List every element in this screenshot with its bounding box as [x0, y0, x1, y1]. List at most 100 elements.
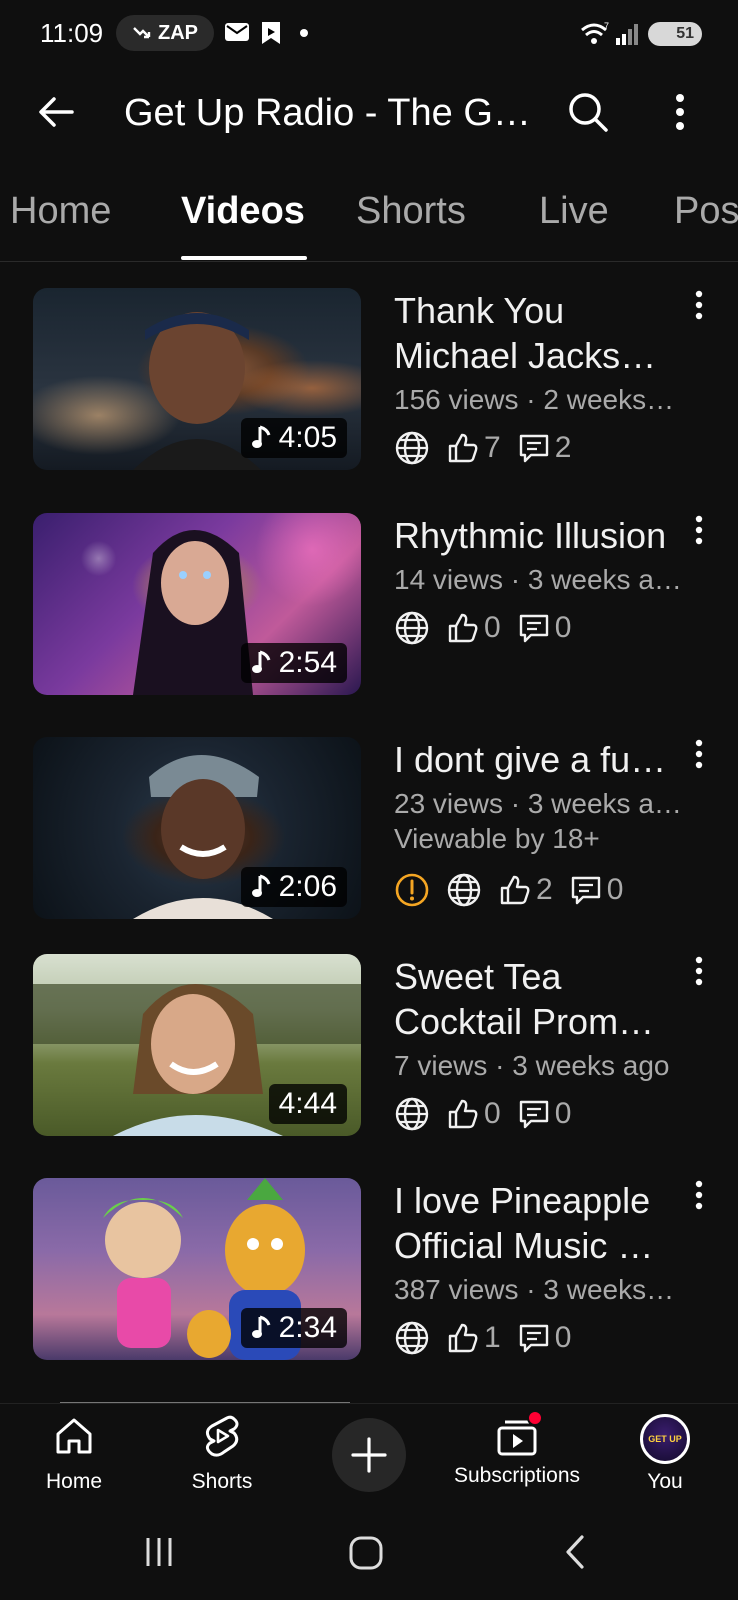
carrier-label: ZAP: [158, 21, 198, 44]
home-icon: [56, 1418, 92, 1454]
recent-apps-icon[interactable]: [142, 1535, 176, 1569]
tab-shorts[interactable]: Shorts: [356, 190, 466, 233]
comment-count: 0: [554, 1321, 572, 1354]
nav-you-label: You: [647, 1470, 683, 1493]
tab-videos[interactable]: Videos: [181, 190, 305, 233]
create-button[interactable]: [332, 1418, 406, 1492]
channel-tabs: Home Videos Shorts Live Posts: [0, 180, 738, 262]
video-item[interactable]: 2:06 I dont give a fu… 23 views · 3 week…: [0, 737, 738, 952]
duration-text: 4:44: [278, 1087, 337, 1120]
globe-icon: [395, 611, 429, 645]
video-thumbnail[interactable]: 2:54: [33, 513, 361, 695]
like-icon: [500, 875, 530, 905]
like-count: 7: [484, 431, 501, 464]
notification-dot: [300, 29, 308, 37]
video-menu-icon[interactable]: [694, 739, 704, 769]
video-thumbnail[interactable]: 4:05: [33, 288, 361, 470]
new-content-dot: [527, 1410, 543, 1426]
video-thumbnail[interactable]: 4:44: [33, 954, 361, 1136]
active-tab-indicator: [181, 256, 307, 260]
like-count: 1: [484, 1321, 501, 1354]
like-icon: [448, 1099, 478, 1129]
video-stats: 0 0: [394, 1094, 694, 1134]
video-stats: 2 0: [394, 870, 694, 910]
avatar-text: GET UP: [648, 1433, 682, 1444]
duration-badge: 2:54: [240, 643, 347, 683]
comment-count: 2: [554, 431, 572, 464]
trend-down-icon: [133, 27, 151, 39]
home-system-icon[interactable]: [348, 1535, 384, 1571]
music-note-icon: [251, 874, 271, 897]
duration-text: 2:54: [278, 646, 337, 679]
comment-icon: [519, 614, 548, 643]
like-count: 0: [484, 611, 501, 644]
globe-icon: [395, 1321, 429, 1355]
back-arrow-icon[interactable]: [36, 92, 76, 132]
video-meta: 23 views · 3 weeks a…: [394, 788, 682, 819]
music-note-icon: [251, 1315, 271, 1338]
video-item[interactable]: 4:44 Sweet Tea Cocktail Prom… 7 views · …: [0, 954, 738, 1144]
comment-count: 0: [554, 611, 572, 644]
battery-indicator: 51: [648, 22, 702, 46]
video-title[interactable]: Sweet Tea Cocktail Prom…: [394, 954, 694, 1044]
comment-icon: [519, 1324, 548, 1353]
search-icon[interactable]: [566, 90, 610, 134]
music-note-icon: [251, 425, 271, 448]
like-icon: [448, 613, 478, 643]
video-info: Rhythmic Illusion 14 views · 3 weeks a… …: [394, 513, 694, 648]
video-stats: 1 0: [394, 1318, 694, 1358]
video-title[interactable]: I love Pineapple Official Music …: [394, 1178, 694, 1268]
back-system-icon[interactable]: [560, 1533, 590, 1571]
video-title[interactable]: I dont give a fu…: [394, 737, 694, 782]
video-menu-icon[interactable]: [694, 515, 704, 545]
avatar: GET UP: [640, 1414, 690, 1464]
video-menu-icon[interactable]: [694, 290, 704, 320]
nav-you[interactable]: GET UP You: [630, 1414, 700, 1494]
globe-icon: [447, 873, 481, 907]
video-info: Thank You Michael Jacks… 156 views · 2 w…: [394, 288, 694, 468]
warning-icon: [395, 873, 429, 907]
duration-badge: 4:44: [268, 1084, 347, 1124]
video-meta: 156 views · 2 weeks…: [394, 384, 675, 415]
duration-badge: 2:06: [240, 867, 347, 907]
svg-text:7: 7: [604, 22, 609, 31]
duration-text: 2:06: [278, 870, 337, 903]
comment-icon: [519, 1100, 548, 1129]
video-title[interactable]: Rhythmic Illusion: [394, 513, 694, 558]
video-title[interactable]: Thank You Michael Jacks…: [394, 288, 694, 378]
video-stats: 7 2: [394, 428, 694, 468]
video-item[interactable]: 2:34 I love Pineapple Official Music … 3…: [0, 1178, 738, 1368]
channel-title: Get Up Radio - The Get Up Radio: [124, 92, 536, 134]
video-item[interactable]: 2:54 Rhythmic Illusion 14 views · 3 week…: [0, 513, 738, 703]
tab-home[interactable]: Home: [10, 190, 111, 233]
signal-icon: [616, 24, 638, 45]
music-note-icon: [251, 650, 271, 673]
wifi-icon: 7: [581, 22, 609, 44]
tab-live[interactable]: Live: [539, 190, 609, 233]
mail-icon: [225, 23, 249, 41]
like-count: 0: [484, 1097, 501, 1130]
video-meta: 7 views · 3 weeks ago: [394, 1050, 670, 1081]
video-info: Sweet Tea Cocktail Prom… 7 views · 3 wee…: [394, 954, 694, 1134]
video-thumbnail[interactable]: 2:34: [33, 1178, 361, 1360]
video-menu-icon[interactable]: [694, 1180, 704, 1210]
plus-icon: [351, 1437, 387, 1473]
shorts-icon: [205, 1415, 239, 1457]
tab-posts[interactable]: Posts: [674, 190, 738, 233]
nav-subscriptions[interactable]: Subscriptions: [452, 1410, 582, 1488]
video-menu-icon[interactable]: [694, 956, 704, 986]
status-time: 11:09: [40, 18, 104, 48]
channel-header: Get Up Radio - The Get Up Radio: [0, 72, 738, 156]
video-info: I love Pineapple Official Music … 387 vi…: [394, 1178, 694, 1358]
video-restriction: Viewable by 18+: [394, 823, 600, 854]
status-bar: 11:09 ZAP 7 51: [0, 0, 738, 70]
nav-home[interactable]: Home: [38, 1414, 110, 1494]
more-options-icon[interactable]: [672, 90, 688, 134]
comment-count: 0: [606, 873, 624, 906]
video-thumbnail[interactable]: 2:06: [33, 737, 361, 919]
carrier-badge: ZAP: [116, 15, 214, 51]
battery-level: 51: [676, 25, 694, 42]
nav-home-label: Home: [45, 1470, 103, 1493]
video-item[interactable]: 4:05 Thank You Michael Jacks… 156 views …: [0, 288, 738, 478]
nav-shorts[interactable]: Shorts: [184, 1414, 260, 1494]
